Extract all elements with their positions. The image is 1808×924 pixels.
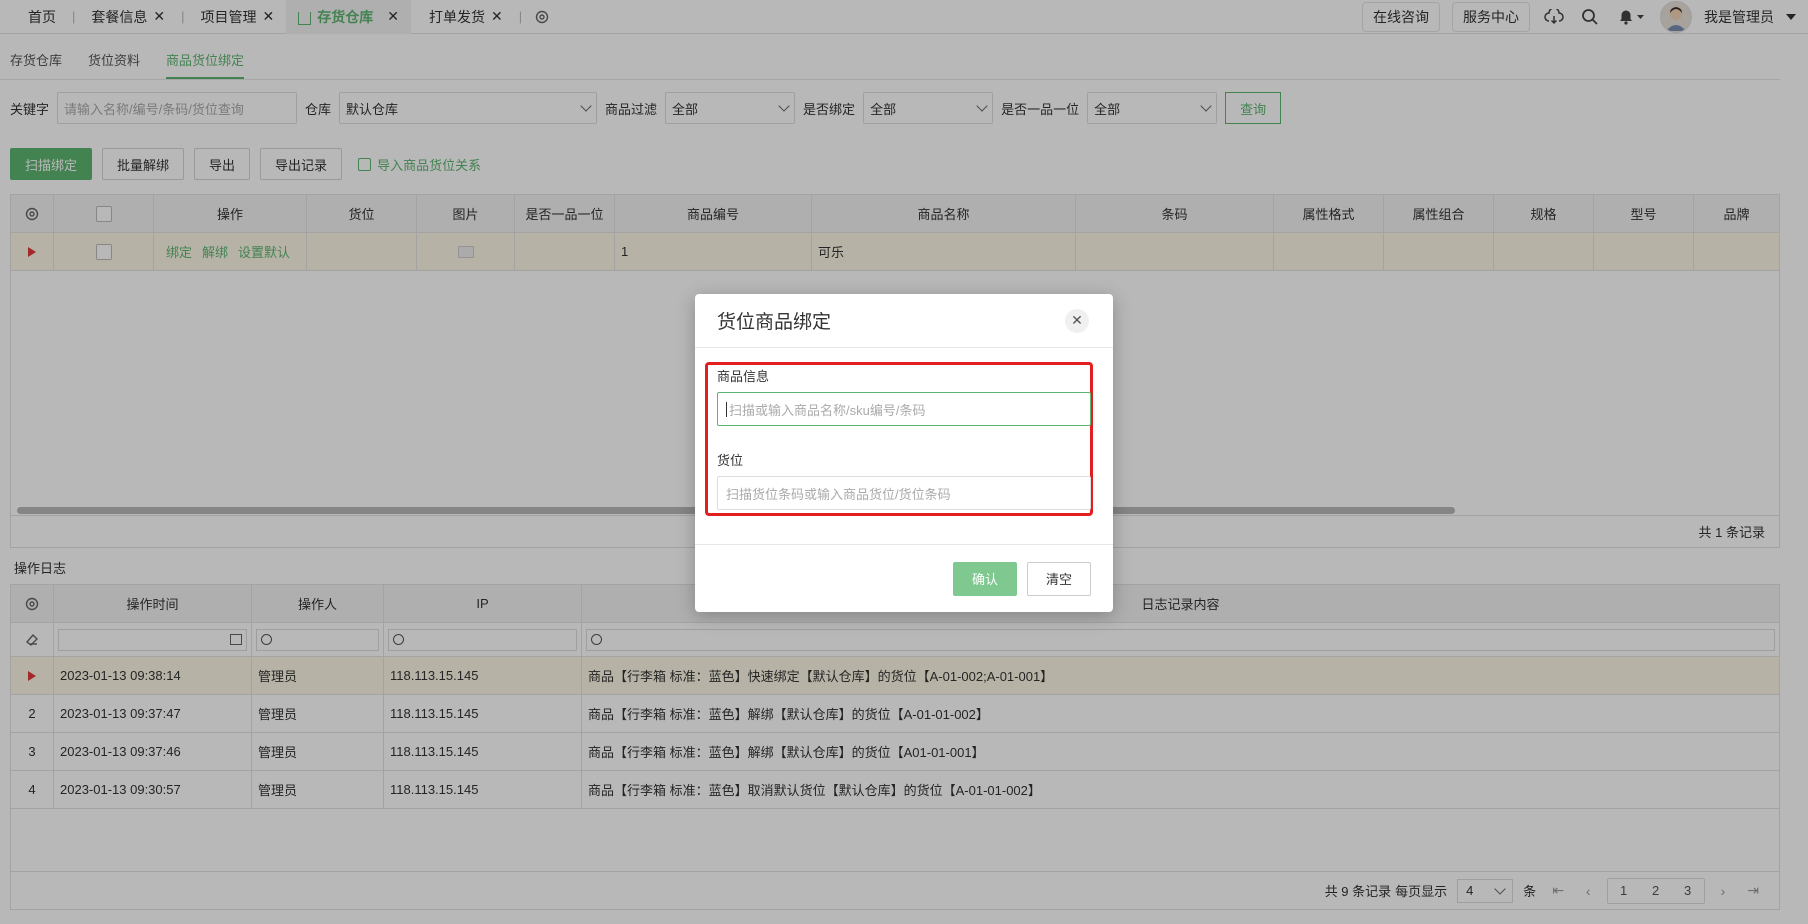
close-icon[interactable]: ✕ (1065, 308, 1089, 333)
goods-info-placeholder: 扫描或输入商品名称/sku编号/条码 (729, 402, 926, 418)
dialog-title: 货位商品绑定 (717, 312, 832, 333)
dialog-header: 货位商品绑定 ✕ (695, 294, 1113, 348)
text-caret (726, 401, 727, 417)
binding-dialog: 货位商品绑定 ✕ 商品信息 扫描或输入商品名称/sku编号/条码 货位 扫描货位… (695, 294, 1113, 612)
goods-info-label: 商品信息 (717, 369, 770, 384)
location-label: 货位 (717, 453, 744, 468)
dialog-footer: 确认 清空 (695, 544, 1113, 612)
dialog-body: 商品信息 扫描或输入商品名称/sku编号/条码 货位 扫描货位条码或输入商品货位… (695, 348, 1113, 544)
clear-button[interactable]: 清空 (1026, 561, 1091, 596)
confirm-button[interactable]: 确认 (952, 561, 1017, 596)
goods-info-input[interactable]: 扫描或输入商品名称/sku编号/条码 (717, 392, 1091, 426)
location-input[interactable]: 扫描货位条码或输入商品货位/货位条码 (717, 476, 1091, 510)
location-placeholder: 扫描货位条码或输入商品货位/货位条码 (726, 486, 951, 502)
